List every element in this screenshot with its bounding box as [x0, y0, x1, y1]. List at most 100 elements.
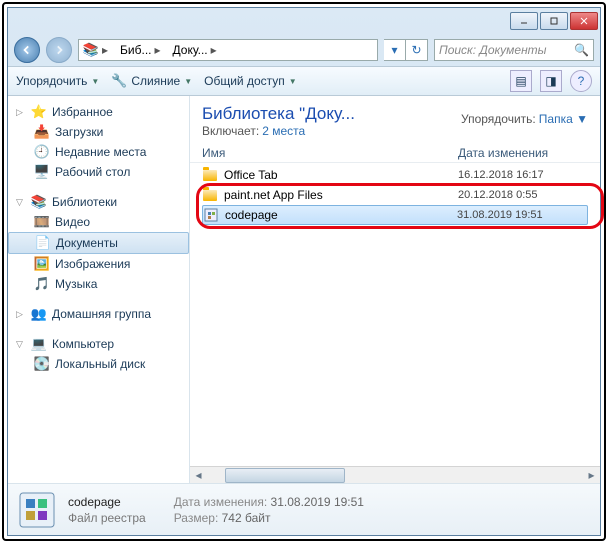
disk-icon: 💽 — [34, 356, 50, 372]
details-size-label: Размер: — [174, 511, 219, 525]
breadcrumb[interactable]: 📚▸ Биб...▸ Доку...▸ — [78, 39, 378, 61]
picture-icon: 🖼️ — [34, 256, 50, 272]
library-icon: 📚 — [83, 42, 99, 58]
sidebar-item-downloads[interactable]: 📥 Загрузки — [8, 122, 189, 142]
sidebar-favorites[interactable]: ▷⭐Избранное — [8, 102, 189, 122]
list-item[interactable]: codepage 31.08.2019 19:51 — [202, 205, 588, 225]
share-menu[interactable]: Общий доступ▼ — [204, 74, 297, 88]
sidebar-libraries[interactable]: ▽📚Библиотеки — [8, 192, 189, 212]
label: Библиотеки — [52, 195, 117, 209]
sidebar-computer[interactable]: ▽💻Компьютер — [8, 334, 189, 354]
value: Папка — [539, 112, 573, 126]
file-date: 31.08.2019 19:51 — [457, 209, 587, 221]
label: Недавние места — [55, 145, 146, 159]
sidebar-item-desktop[interactable]: 🖥️ Рабочий стол — [8, 162, 189, 182]
view-options-button[interactable]: ▤ — [510, 70, 532, 92]
history-dropdown-button[interactable]: ▾ — [384, 39, 406, 61]
horizontal-scrollbar[interactable]: ◂ ▸ — [190, 466, 600, 483]
search-input[interactable]: Поиск: Документы 🔍 — [434, 39, 594, 61]
sidebar-homegroup[interactable]: ▷👥Домашняя группа — [8, 304, 189, 324]
organize-menu[interactable]: Упорядочить▼ — [16, 74, 99, 88]
label: Избранное — [52, 105, 113, 119]
label: Домашняя группа — [52, 307, 151, 321]
library-locations-link[interactable]: 2 места — [262, 124, 305, 138]
label: Загрузки — [55, 125, 103, 139]
label: Локальный диск — [55, 357, 145, 371]
scroll-right-button[interactable]: ▸ — [583, 467, 600, 484]
label: Изображения — [55, 257, 130, 271]
reg-file-icon — [16, 489, 58, 531]
folder-icon — [202, 167, 218, 183]
label: Документы — [56, 236, 118, 250]
recent-icon: 🕘 — [34, 144, 50, 160]
sidebar-item-recent[interactable]: 🕘 Недавние места — [8, 142, 189, 162]
sidebar-item-local-disk[interactable]: 💽 Локальный диск — [8, 354, 189, 374]
sidebar-item-documents[interactable]: 📄 Документы — [8, 232, 189, 254]
scroll-thumb[interactable] — [225, 468, 345, 483]
crumb-label: Доку... — [173, 43, 208, 57]
nav-row: 📚▸ Биб...▸ Доку...▸ ▾ ↻ Поиск: Документы… — [8, 34, 600, 66]
col-date[interactable]: Дата изменения — [458, 146, 588, 160]
toolbar: Упорядочить▼ 🔧Слияние▼ Общий доступ▼ ▤ ◨… — [8, 66, 600, 96]
maximize-button[interactable] — [540, 12, 568, 30]
list-item[interactable]: paint.net App Files 20.12.2018 0:55 — [202, 185, 588, 205]
sidebar-item-video[interactable]: 🎞️ Видео — [8, 212, 189, 232]
music-icon: 🎵 — [34, 276, 50, 292]
crumb-root[interactable]: 📚▸ — [79, 40, 116, 60]
main-pane: Библиотека "Доку... Включает: 2 места Уп… — [190, 96, 600, 483]
document-icon: 📄 — [35, 235, 51, 251]
file-date: 20.12.2018 0:55 — [458, 189, 588, 201]
merge-menu[interactable]: 🔧Слияние▼ — [111, 73, 192, 89]
folder-icon — [202, 187, 218, 203]
search-placeholder: Поиск: Документы — [439, 43, 570, 57]
label: Слияние — [131, 74, 180, 88]
forward-button[interactable] — [46, 37, 72, 63]
column-headers[interactable]: Имя Дата изменения — [190, 142, 600, 163]
list-item[interactable]: Office Tab 16.12.2018 16:17 — [202, 165, 588, 185]
details-size: 742 байт — [222, 511, 271, 525]
file-name: paint.net App Files — [224, 188, 323, 202]
includes-label: Включает: — [202, 124, 259, 138]
computer-icon: 💻 — [31, 336, 47, 352]
desktop-icon: 🖥️ — [34, 164, 50, 180]
file-name: codepage — [225, 208, 278, 222]
help-button[interactable]: ? — [570, 70, 592, 92]
details-pane: codepage Файл реестра Дата изменения: 31… — [8, 483, 600, 535]
sidebar: ▷⭐Избранное 📥 Загрузки 🕘 Недавние места 🖥️… — [8, 96, 190, 483]
back-button[interactable] — [14, 37, 40, 63]
label: Рабочий стол — [55, 165, 130, 179]
homegroup-icon: 👥 — [31, 306, 47, 322]
preview-pane-button[interactable]: ◨ — [540, 70, 562, 92]
reg-file-icon — [203, 207, 219, 223]
label: Общий доступ — [204, 74, 285, 88]
label: Компьютер — [52, 337, 114, 351]
scroll-left-button[interactable]: ◂ — [190, 467, 207, 484]
crumb-lib[interactable]: Биб...▸ — [116, 40, 168, 60]
search-icon: 🔍 — [574, 43, 589, 57]
crumb-docs[interactable]: Доку...▸ — [169, 40, 225, 60]
explorer-window: 📚▸ Биб...▸ Доку...▸ ▾ ↻ Поиск: Документы… — [7, 7, 601, 536]
file-date: 16.12.2018 16:17 — [458, 169, 588, 181]
label: Упорядочить: — [461, 112, 536, 126]
titlebar — [8, 8, 600, 34]
label: Музыка — [55, 277, 97, 291]
sidebar-item-music[interactable]: 🎵 Музыка — [8, 274, 189, 294]
close-button[interactable] — [570, 12, 598, 30]
minimize-button[interactable] — [510, 12, 538, 30]
crumb-label: Биб... — [120, 43, 151, 57]
video-icon: 🎞️ — [34, 214, 50, 230]
details-date-label: Дата изменения: — [174, 495, 268, 509]
file-list: Office Tab 16.12.2018 16:17 paint.net Ap… — [190, 163, 600, 227]
col-name[interactable]: Имя — [202, 146, 458, 160]
details-filename: codepage — [68, 495, 146, 509]
details-date: 31.08.2019 19:51 — [271, 495, 364, 509]
library-icon: 📚 — [31, 194, 47, 210]
merge-icon: 🔧 — [111, 73, 127, 89]
download-icon: 📥 — [34, 124, 50, 140]
arrange-by[interactable]: Упорядочить: Папка ▼ — [461, 112, 588, 126]
label: Видео — [55, 215, 90, 229]
sidebar-item-pictures[interactable]: 🖼️ Изображения — [8, 254, 189, 274]
refresh-button[interactable]: ↻ — [406, 39, 428, 61]
label: Упорядочить — [16, 74, 87, 88]
details-filetype: Файл реестра — [68, 511, 146, 525]
